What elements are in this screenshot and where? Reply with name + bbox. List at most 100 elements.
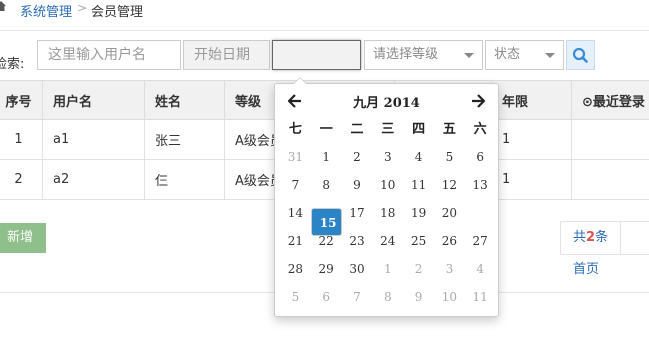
chevron-down-icon <box>545 53 555 58</box>
datepicker-day[interactable]: 25 <box>403 227 434 255</box>
datepicker-day[interactable]: 11 <box>465 283 496 311</box>
pagination-total-count: 2 <box>586 230 596 245</box>
pagination: 共2条首页 <box>560 221 649 277</box>
column-header[interactable]: 序号 <box>0 80 43 120</box>
datepicker-day[interactable]: 2 <box>403 255 434 283</box>
weekday-label: 四 <box>412 122 426 137</box>
datepicker-day[interactable]: 22 <box>311 227 342 255</box>
datepicker-day[interactable]: 3 <box>372 143 403 171</box>
column-header[interactable]: 用户名 <box>42 80 145 120</box>
search-button[interactable] <box>566 40 595 70</box>
datepicker-prev-button[interactable] <box>283 90 307 112</box>
pagination-first-link[interactable]: 首页 <box>561 254 611 286</box>
datepicker-week-row: 7 8 9 10 11 12 13 <box>280 171 496 199</box>
table-cell: 1 <box>0 119 43 160</box>
arrow-left-icon <box>287 94 301 108</box>
table-cell <box>571 119 649 160</box>
datepicker-day[interactable]: 31 <box>280 143 311 171</box>
level-select-value: 请选择等级 <box>373 47 439 62</box>
datepicker-day[interactable]: 12 <box>434 171 465 199</box>
datepicker-day[interactable]: 6 <box>465 143 496 171</box>
breadcrumb-separator: > <box>77 1 88 15</box>
datepicker-day[interactable]: 7 <box>280 171 311 199</box>
pagination-total-suffix: 条 <box>595 230 609 245</box>
datepicker-day[interactable]: 24 <box>372 227 403 255</box>
datepicker-day[interactable]: 9 <box>403 283 434 311</box>
datepicker-week-row: 21 22 23 24 25 26 27 <box>280 227 496 255</box>
table-cell: 仨 <box>144 159 225 200</box>
weekday-label: 一 <box>319 122 333 137</box>
datepicker-day[interactable]: 26 <box>434 227 465 255</box>
datepicker-day[interactable]: 21 <box>280 227 311 255</box>
arrow-right-icon <box>472 94 486 108</box>
datepicker-day[interactable]: 27 <box>465 227 496 255</box>
datepicker-day[interactable]: 9 <box>342 171 373 199</box>
datepicker-day[interactable]: 10 <box>434 283 465 311</box>
datepicker-week-row: 14151617181920 <box>280 199 496 236</box>
weekday-label: 六 <box>473 122 487 137</box>
datepicker-day[interactable]: 1 <box>372 255 403 283</box>
table-cell: 1 <box>491 159 572 200</box>
datepicker-day[interactable]: 6 <box>311 283 342 311</box>
datepicker-week-row: 31 1 2 3 4 5 6 <box>280 143 496 171</box>
datepicker-day[interactable]: 29 <box>311 255 342 283</box>
datepicker-day[interactable]: 10 <box>372 171 403 199</box>
datepicker-day[interactable]: 17 <box>342 199 373 227</box>
pagination-total: 共2条 <box>561 222 622 254</box>
column-header[interactable]: 姓名 <box>144 80 225 120</box>
table-cell: 2 <box>0 159 43 200</box>
datepicker-day[interactable]: 7 <box>342 283 373 311</box>
datepicker-day[interactable]: 5 <box>434 143 465 171</box>
status-select-value: 状态 <box>494 47 521 62</box>
datepicker-day[interactable]: 30 <box>342 255 373 283</box>
level-select[interactable]: 请选择等级 <box>364 40 483 70</box>
datepicker-next-button[interactable] <box>466 90 490 112</box>
pagination-total-prefix: 共 <box>573 230 587 245</box>
datepicker-day[interactable]: 4 <box>465 255 496 283</box>
column-header[interactable]: ⊙最近登录 <box>571 80 649 120</box>
datepicker-day[interactable]: 28 <box>280 255 311 283</box>
datepicker-day[interactable]: 8 <box>311 171 342 199</box>
breadcrumb: 系统管理 > 会员管理 <box>0 0 649 22</box>
datepicker-day[interactable]: 11 <box>403 171 434 199</box>
datepicker-popup: 九月 2014 七一二三四五六 31 1 2 3 4 5 6 7 8 9 10 11 12 13 14 1… <box>274 77 499 317</box>
datepicker-month-label[interactable]: 九月 2014 <box>315 92 458 111</box>
datepicker-day[interactable]: 23 <box>342 227 373 255</box>
datepicker-weekday-row: 七一二三四五六 <box>280 118 496 137</box>
datepicker-day[interactable]: 8 <box>372 283 403 311</box>
breadcrumb-current: 会员管理 <box>91 5 144 20</box>
weekday-label: 七 <box>288 122 302 137</box>
chevron-down-icon <box>464 53 474 58</box>
search-icon <box>572 47 588 63</box>
home-icon <box>0 1 6 11</box>
datepicker-day[interactable]: 4 <box>403 143 434 171</box>
datepicker-week-row: 5 6 7 8 9 10 11 <box>280 283 496 311</box>
datepicker-day[interactable]: 1 <box>311 143 342 171</box>
table-cell <box>571 159 649 200</box>
datepicker-day[interactable]: 3 <box>434 255 465 283</box>
datepicker-day[interactable]: 19 <box>403 199 434 227</box>
weekday-label: 三 <box>381 122 395 137</box>
datepicker-day[interactable]: 13 <box>465 171 496 199</box>
start-date-input[interactable]: 开始日期 <box>183 40 270 70</box>
table-cell: 张三 <box>144 119 225 160</box>
search-bar: 检索: 这里输入用户名 开始日期 请选择等级 状态 <box>0 30 649 81</box>
search-label: 检索: <box>0 57 25 72</box>
username-input[interactable]: 这里输入用户名 <box>37 40 181 70</box>
breadcrumb-system-link[interactable]: 系统管理 <box>20 1 72 20</box>
column-header[interactable]: 年限 <box>491 80 572 120</box>
datepicker-day[interactable]: 2 <box>342 143 373 171</box>
status-select[interactable]: 状态 <box>485 40 564 70</box>
table-cell: 1 <box>491 119 572 160</box>
weekday-label: 五 <box>442 122 456 137</box>
table-cell: a2 <box>42 159 145 200</box>
datepicker-day[interactable]: 18 <box>372 199 403 227</box>
end-date-input[interactable] <box>272 40 361 70</box>
weekday-label: 二 <box>350 122 364 137</box>
datepicker-week-row: 28 29 30 1 2 3 4 <box>280 255 496 283</box>
datepicker-day[interactable]: 5 <box>280 283 311 311</box>
datepicker-day[interactable]: 14 <box>280 199 311 227</box>
table-cell: a1 <box>42 119 145 160</box>
datepicker-day[interactable]: 20 <box>434 199 465 227</box>
add-button[interactable]: 新增 <box>0 223 46 253</box>
